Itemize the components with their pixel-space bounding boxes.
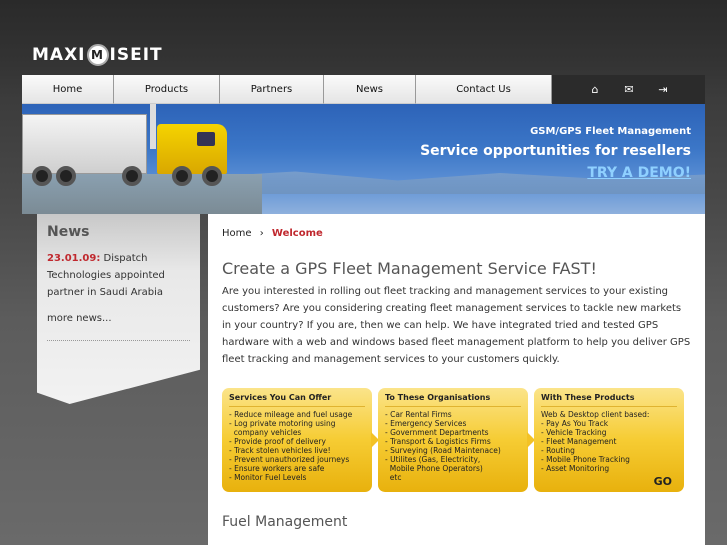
intro-paragraph: Are you interested in rolling out fleet … <box>222 286 691 365</box>
breadcrumb: Home › Welcome <box>222 228 691 239</box>
news-date: 23.01.09: <box>47 253 101 264</box>
feature-list-item: - Vehicle Tracking <box>541 428 607 437</box>
truck-trailer <box>22 114 147 174</box>
feature-list-item: etc <box>385 473 402 482</box>
hero-banner: GSM/GPS Fleet Management Service opportu… <box>22 104 705 214</box>
feature-boxes: Services You Can Offer - Reduce mileage … <box>222 388 691 492</box>
feature-list-item: - Ensure workers are safe <box>229 464 325 473</box>
nav-icon-bar: ⌂ ✉ ⇥ <box>552 75 705 104</box>
feature-list-item: Mobile Phone Operators) <box>385 464 483 473</box>
truck-wheel <box>172 166 192 186</box>
feature-list-item: - Government Departments <box>385 428 489 437</box>
feature-list-item: - Log private motoring using <box>229 419 336 428</box>
header: MAXI M ISEIT <box>0 0 727 75</box>
news-sidebar: News 23.01.09: Dispatch Technologies app… <box>37 214 200 404</box>
login-icon[interactable]: ⇥ <box>655 83 671 96</box>
feature-list-item: - Surveying (Road Maintenace) <box>385 446 501 455</box>
banner-subtitle: GSM/GPS Fleet Management <box>530 126 691 137</box>
feature-list: - Car Rental Firms - Emergency Services … <box>385 410 521 482</box>
feature-list-item: - Emergency Services <box>385 419 467 428</box>
feature-list-item: - Routing <box>541 446 575 455</box>
news-item[interactable]: 23.01.09: Dispatch Technologies appointe… <box>47 250 190 301</box>
feature-box-title: With These Products <box>541 393 677 407</box>
feature-list-item: - Provide proof of delivery <box>229 437 326 446</box>
feature-list-item: - Track stolen vehicles live! <box>229 446 331 455</box>
feature-list-item: company vehicles <box>229 428 302 437</box>
feature-list-item: Web & Desktop client based: <box>541 410 650 419</box>
nav-item-news[interactable]: News <box>324 75 416 104</box>
try-demo-link[interactable]: TRY A DEMO! <box>587 165 691 181</box>
truck-window <box>197 132 215 146</box>
truck-wheel <box>122 166 142 186</box>
page-title: Create a GPS Fleet Management Service FA… <box>222 259 597 278</box>
sidebar-divider <box>47 340 190 341</box>
nav-item-contact-us[interactable]: Contact Us <box>416 75 552 104</box>
go-button[interactable]: GO <box>654 475 672 488</box>
home-icon[interactable]: ⌂ <box>587 83 603 96</box>
feature-list-item: - Utilites (Gas, Electricity, <box>385 455 481 464</box>
banner-title: Service opportunities for resellers <box>420 143 691 159</box>
feature-list-item: - Prevent unauthorized journeys <box>229 455 350 464</box>
breadcrumb-current: Welcome <box>271 228 323 239</box>
breadcrumb-home-link[interactable]: Home <box>222 228 252 239</box>
feature-list-item: - Fleet Management <box>541 437 617 446</box>
main-nav: Home Products Partners News Contact Us ⌂… <box>22 75 705 104</box>
feature-box-products: With These Products Web & Desktop client… <box>534 388 684 492</box>
sidebar-heading: News <box>47 224 90 240</box>
truck-exhaust-stack <box>150 104 156 149</box>
feature-box-services: Services You Can Offer - Reduce mileage … <box>222 388 379 492</box>
feature-list-item: - Transport & Logistics Firms <box>385 437 491 446</box>
logo[interactable]: MAXI M ISEIT <box>32 44 163 66</box>
nav-item-home[interactable]: Home <box>22 75 114 104</box>
mail-icon[interactable]: ✉ <box>621 83 637 96</box>
more-news-link[interactable]: more news... <box>47 313 190 324</box>
feature-box-title: To These Organisations <box>385 393 521 407</box>
feature-list-item: - Reduce mileage and fuel usage <box>229 410 353 419</box>
feature-list-item: - Car Rental Firms <box>385 410 452 419</box>
logo-text-right: ISEIT <box>109 45 163 65</box>
truck-wheel <box>56 166 76 186</box>
truck-wheel <box>32 166 52 186</box>
main-content: Home › Welcome Create a GPS Fleet Manage… <box>208 214 705 545</box>
logo-text-left: MAXI <box>32 45 86 65</box>
nav-item-partners[interactable]: Partners <box>220 75 324 104</box>
truck-wheel <box>202 166 222 186</box>
feature-list: Web & Desktop client based: - Pay As You… <box>541 410 677 473</box>
feature-list-item: - Asset Monitoring <box>541 464 610 473</box>
section-heading-fuel: Fuel Management <box>222 514 348 530</box>
feature-list: - Reduce mileage and fuel usage - Log pr… <box>229 410 365 482</box>
logo-badge: M <box>86 44 109 66</box>
banner-text: GSM/GPS Fleet Management Service opportu… <box>420 126 691 181</box>
nav-item-products[interactable]: Products <box>114 75 220 104</box>
feature-list-item: - Mobile Phone Tracking <box>541 455 630 464</box>
breadcrumb-separator-icon: › <box>259 228 264 239</box>
feature-box-title: Services You Can Offer <box>229 393 365 407</box>
feature-box-organisations: To These Organisations - Car Rental Firm… <box>378 388 535 492</box>
feature-list-item: - Monitor Fuel Levels <box>229 473 307 482</box>
feature-list-item: - Pay As You Track <box>541 419 609 428</box>
